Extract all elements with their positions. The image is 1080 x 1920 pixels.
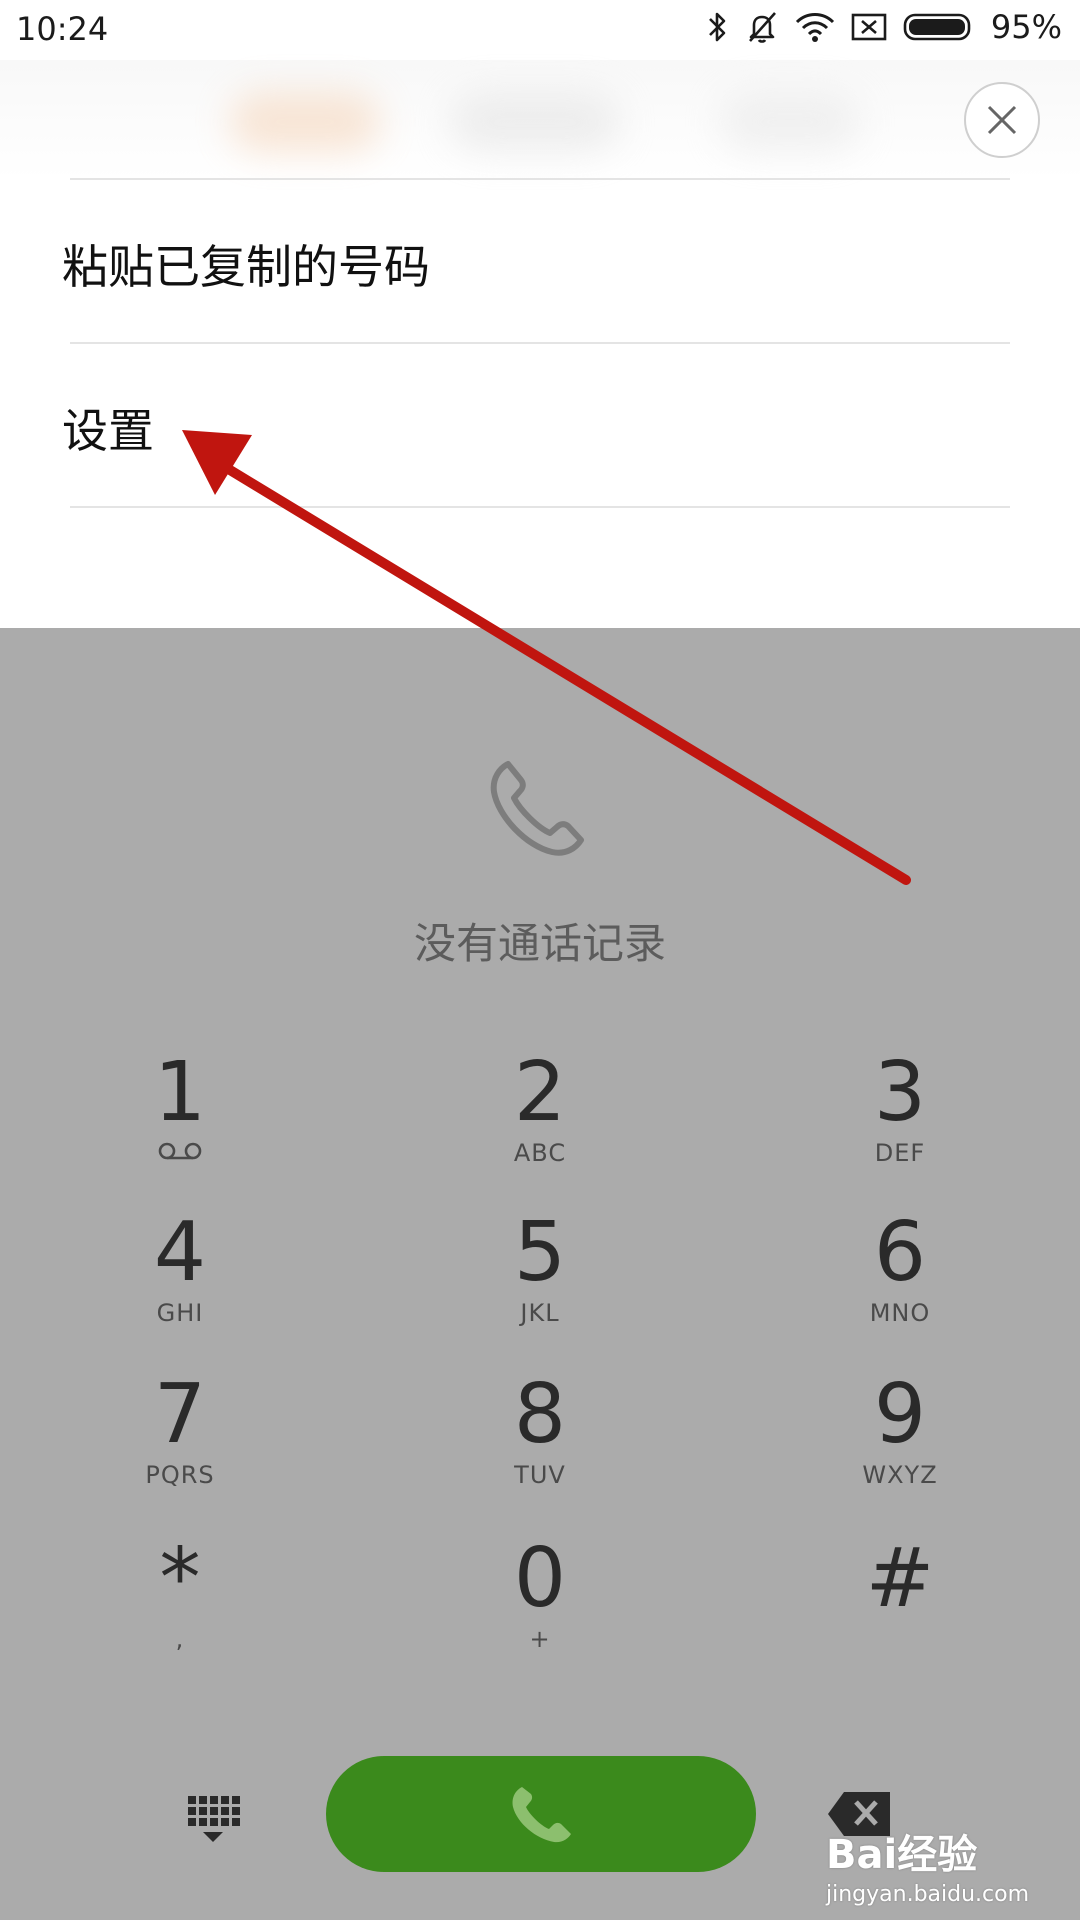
key-5[interactable]: 5 JKL bbox=[360, 1208, 720, 1368]
blurred-header bbox=[0, 60, 1080, 180]
key-letters: , bbox=[175, 1625, 185, 1653]
phone-outline-icon bbox=[486, 756, 590, 864]
key-1[interactable]: 1 bbox=[0, 1048, 360, 1208]
menu-item-label: 粘贴已复制的号码 bbox=[62, 240, 430, 294]
key-9[interactable]: 9 WXYZ bbox=[720, 1370, 1080, 1530]
key-hash[interactable]: # bbox=[720, 1534, 1080, 1694]
battery-percent: 95% bbox=[990, 8, 1062, 46]
key-letters: WXYZ bbox=[862, 1461, 938, 1489]
key-letters: MNO bbox=[869, 1299, 931, 1327]
watermark-url: jingyan.baidu.com bbox=[826, 1882, 1030, 1907]
key-digit: 5 bbox=[513, 1205, 567, 1300]
key-digit: 3 bbox=[873, 1045, 927, 1140]
status-bar: 10:24 95% bbox=[0, 0, 1080, 60]
key-letters: GHI bbox=[156, 1299, 204, 1327]
close-button[interactable] bbox=[964, 82, 1040, 158]
key-letters: TUV bbox=[514, 1461, 566, 1489]
menu-divider bbox=[70, 178, 1010, 180]
menu-item-paste-number[interactable]: 粘贴已复制的号码 bbox=[62, 184, 1012, 344]
key-digit: 1 bbox=[153, 1045, 207, 1140]
key-letters: + bbox=[529, 1625, 551, 1653]
key-7[interactable]: 7 PQRS bbox=[0, 1370, 360, 1530]
key-digit: 6 bbox=[873, 1205, 927, 1300]
dialpad-toggle-icon bbox=[188, 1796, 240, 1842]
key-0[interactable]: 0 + bbox=[360, 1534, 720, 1694]
menu-divider bbox=[70, 342, 1010, 344]
status-icons: 95% bbox=[707, 8, 1062, 46]
status-time: 10:24 bbox=[16, 10, 109, 48]
close-icon bbox=[987, 105, 1017, 135]
key-digit: 4 bbox=[153, 1205, 207, 1300]
call-button[interactable] bbox=[326, 1756, 756, 1872]
key-4[interactable]: 4 GHI bbox=[0, 1208, 360, 1368]
bluetooth-icon bbox=[707, 10, 729, 44]
watermark-logo: Bai经验 bbox=[826, 1832, 978, 1878]
dialpad-toggle-button[interactable] bbox=[186, 1794, 240, 1852]
voicemail-icon bbox=[0, 1138, 360, 1168]
empty-call-log-text: 没有通话记录 bbox=[413, 919, 666, 968]
mute-bell-icon bbox=[745, 10, 779, 44]
key-letters: PQRS bbox=[145, 1461, 215, 1489]
key-digit: * bbox=[159, 1531, 201, 1626]
key-digit: 0 bbox=[513, 1531, 567, 1626]
menu-item-label: 设置 bbox=[62, 404, 154, 458]
key-digit: 9 bbox=[873, 1367, 927, 1462]
key-8[interactable]: 8 TUV bbox=[360, 1370, 720, 1530]
key-6[interactable]: 6 MNO bbox=[720, 1208, 1080, 1368]
key-digit: 7 bbox=[153, 1367, 207, 1462]
wifi-icon bbox=[795, 11, 835, 43]
no-sim-icon bbox=[851, 12, 887, 42]
key-letters: JKL bbox=[520, 1299, 560, 1327]
key-digit: # bbox=[865, 1531, 935, 1626]
key-digit: 8 bbox=[513, 1367, 567, 1462]
baidu-jingyan-watermark: Bai经验 jingyan.baidu.com bbox=[826, 1822, 1066, 1907]
key-letters: ABC bbox=[513, 1139, 567, 1167]
key-star[interactable]: * , bbox=[0, 1534, 360, 1694]
key-letters: DEF bbox=[874, 1139, 926, 1167]
key-2[interactable]: 2 ABC bbox=[360, 1048, 720, 1208]
more-options-menu: 粘贴已复制的号码 设置 bbox=[0, 60, 1080, 628]
menu-item-settings[interactable]: 设置 bbox=[62, 348, 1012, 508]
battery-icon bbox=[903, 12, 975, 42]
dialer-overlay[interactable]: 没有通话记录 1 2 ABC 3 DEF 4 GHI 5 JKL 6 MNO 7… bbox=[0, 628, 1080, 1920]
key-digit: 2 bbox=[513, 1045, 567, 1140]
phone-icon bbox=[512, 1787, 571, 1843]
key-3[interactable]: 3 DEF bbox=[720, 1048, 1080, 1208]
menu-divider bbox=[70, 506, 1010, 508]
